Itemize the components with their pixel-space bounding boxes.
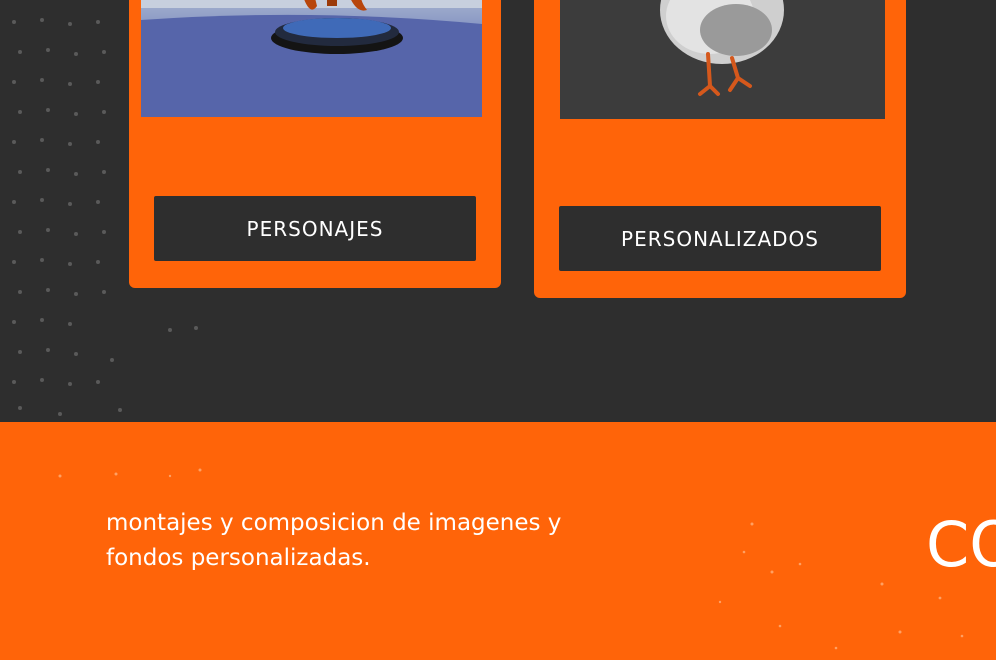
- figurine-on-stand-image: [141, 0, 482, 117]
- description-line-1: montajes y composicion de imagenes y: [106, 510, 562, 536]
- personalizados-button-label: PERSONALIZADOS: [621, 226, 819, 251]
- card-personajes: PERSONAJES: [129, 0, 501, 288]
- description-line-2: fondos personalizadas.: [106, 545, 371, 571]
- products-section: PERSONAJES PERSONALIZADOS: [0, 0, 996, 422]
- partial-heading: CO: [926, 508, 996, 581]
- personajes-button-label: PERSONAJES: [246, 216, 384, 241]
- services-banner: montajes y composicion de imagenes y fon…: [0, 422, 996, 660]
- personalizados-button[interactable]: PERSONALIZADOS: [559, 206, 881, 271]
- card-personalizados: PERSONALIZADOS: [534, 0, 906, 298]
- services-description: montajes y composicion de imagenes y fon…: [106, 506, 626, 576]
- personajes-button[interactable]: PERSONAJES: [154, 196, 476, 261]
- bird-render-image: [560, 0, 885, 119]
